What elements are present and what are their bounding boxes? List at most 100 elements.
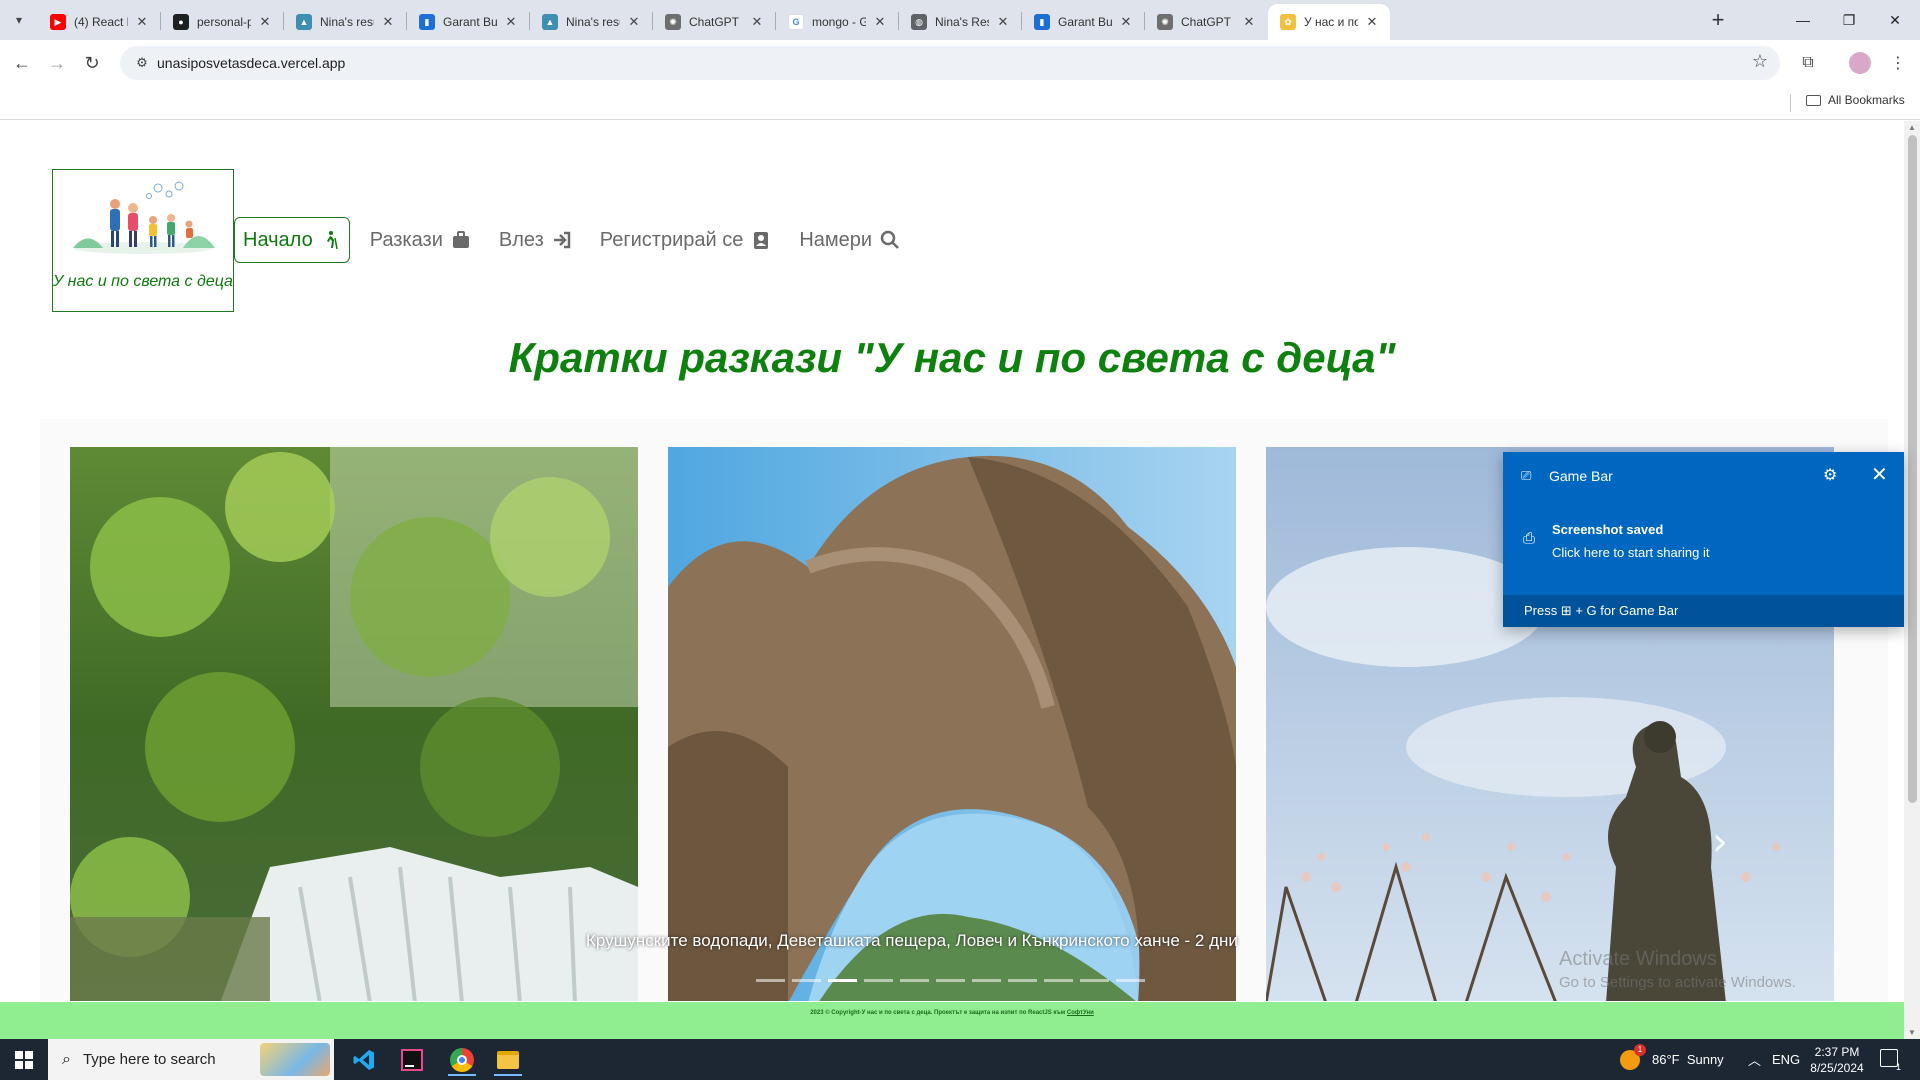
tab-close-icon[interactable]: ✕ xyxy=(626,14,642,30)
youtube-icon: ▶ xyxy=(50,14,66,30)
tab-7[interactable]: Gmongo - Goog ✕ xyxy=(776,4,898,40)
tab-4[interactable]: ▮ Garant Burgas ✕ xyxy=(407,4,529,40)
start-button[interactable] xyxy=(0,1039,48,1080)
softuni-link[interactable]: СофтУни xyxy=(1067,1010,1094,1016)
github-icon: ● xyxy=(173,14,189,30)
carousel-indicator[interactable] xyxy=(900,979,929,982)
reload-button[interactable]: ↻ xyxy=(78,49,106,77)
intellij-icon[interactable] xyxy=(390,1043,434,1076)
notifications-icon[interactable]: 1 xyxy=(1880,1049,1901,1072)
cave-arch-image xyxy=(668,447,1236,1001)
tab-1[interactable]: ▶ (4) React Proje ✕ xyxy=(38,4,160,40)
scroll-up-icon[interactable]: ▲ xyxy=(1908,123,1916,132)
reload-icon: ↻ xyxy=(84,52,100,73)
tab-2[interactable]: ● personal-portf ✕ xyxy=(161,4,283,40)
menu-kebab-icon[interactable]: ⋮ xyxy=(1884,49,1912,77)
tab-3[interactable]: ▲ Nina's resume ✕ xyxy=(284,4,406,40)
site-logo[interactable]: У нас и по света с деца xyxy=(52,169,234,312)
vscode-icon[interactable] xyxy=(342,1043,386,1076)
tab-title: ChatGPT xyxy=(1181,15,1232,29)
close-window-button[interactable]: ✕ xyxy=(1872,0,1918,40)
nav-item-3[interactable]: Влез xyxy=(491,217,580,263)
folder-icon xyxy=(1806,94,1821,106)
close-icon[interactable]: ✕ xyxy=(1871,462,1888,487)
carousel-indicator[interactable] xyxy=(936,979,965,982)
all-bookmarks-button[interactable]: All Bookmarks xyxy=(1806,93,1905,107)
notification-title: Screenshot saved xyxy=(1552,522,1664,537)
tab-title: Garant Burgas xyxy=(443,15,497,29)
tab-search-button[interactable]: ▾ xyxy=(6,8,32,32)
carousel-slide-cave[interactable] xyxy=(668,447,1236,1001)
taskbar-clock[interactable]: 2:37 PM 8/25/2024 xyxy=(1800,1044,1874,1076)
carousel-indicator[interactable] xyxy=(828,979,857,982)
nav-item-4[interactable]: Регистрирай се xyxy=(592,217,780,263)
carousel-indicator[interactable] xyxy=(864,979,893,982)
file-explorer-icon[interactable] xyxy=(486,1043,530,1076)
carousel-indicator[interactable] xyxy=(1116,979,1145,982)
chrome-icon[interactable] xyxy=(440,1043,484,1076)
tab-10[interactable]: ✺ ChatGPT ✕ xyxy=(1145,4,1267,40)
carousel-indicator[interactable] xyxy=(1044,979,1073,982)
tab-close-icon[interactable]: ✕ xyxy=(503,14,519,30)
google-icon: G xyxy=(788,14,804,30)
notification-subtitle: Click here to start sharing it xyxy=(1552,545,1710,560)
tab-11[interactable]: ✿ У нас и по све ✕ xyxy=(1268,4,1390,40)
game-bar-notification[interactable]: ⎚ Game Bar ⚙ ✕ ⎙ Screenshot saved Click … xyxy=(1503,452,1904,627)
tab-close-icon[interactable]: ✕ xyxy=(380,14,396,30)
family-travel-illustration xyxy=(73,181,215,254)
carousel-indicators xyxy=(756,979,1145,982)
nav-item-5[interactable]: Намери xyxy=(791,217,908,263)
tab-close-icon[interactable]: ✕ xyxy=(1241,14,1257,30)
footer-text: 2023 © Copyright-У нас и по света с деца… xyxy=(0,1002,1904,1016)
weather-sun-icon: 1 xyxy=(1620,1043,1646,1070)
carousel-indicator[interactable] xyxy=(1008,979,1037,982)
tab-8[interactable]: ◍ Nina's Resume ✕ xyxy=(899,4,1021,40)
carousel-slide-waterfall[interactable] xyxy=(70,447,638,1001)
browser-toolbar: ← → ↻ ⚙ unasiposvetasdeca.vercel.app ☆ ⧉… xyxy=(0,40,1920,86)
tab-close-icon[interactable]: ✕ xyxy=(995,14,1011,30)
page-title: Кратки разкази "У нас и по света с деца" xyxy=(508,334,1396,381)
notification-count: 1 xyxy=(1895,1062,1901,1072)
carousel-next-icon[interactable]: › xyxy=(1712,819,1728,865)
globe-icon: ◍ xyxy=(911,14,927,30)
carousel-indicator[interactable] xyxy=(972,979,1001,982)
forward-button[interactable]: → xyxy=(43,49,71,77)
page-scrollbar[interactable]: ▲ ▼ xyxy=(1904,121,1920,1039)
nav-item-2[interactable]: Разкази xyxy=(362,217,479,263)
avatar[interactable] xyxy=(1849,52,1871,74)
tab-close-icon[interactable]: ✕ xyxy=(1118,14,1134,30)
tab-5[interactable]: ▲ Nina's resume ✕ xyxy=(530,4,652,40)
carousel-indicator[interactable] xyxy=(792,979,821,982)
tab-close-icon[interactable]: ✕ xyxy=(1364,14,1380,30)
minimize-button[interactable]: — xyxy=(1780,0,1826,40)
taskbar-search[interactable]: ⌕ Type here to search xyxy=(48,1039,334,1080)
scroll-thumb[interactable] xyxy=(1908,135,1917,803)
tab-close-icon[interactable]: ✕ xyxy=(134,14,150,30)
extensions-icon[interactable]: ⧉ xyxy=(1794,49,1822,77)
tab-title: Nina's Resume xyxy=(935,15,989,29)
tab-strip: ▾ ▶ (4) React Proje ✕ ● personal-portf ✕ ▲ Nina… xyxy=(0,0,1920,40)
url-text[interactable]: unasiposvetasdeca.vercel.app xyxy=(157,55,345,71)
nav-item-1[interactable]: Начало xyxy=(234,217,350,263)
new-tab-button[interactable]: + xyxy=(1704,6,1732,34)
site-info-icon[interactable]: ⚙ xyxy=(132,53,152,73)
scroll-down-icon[interactable]: ▼ xyxy=(1908,1028,1916,1037)
bookmark-star-icon[interactable]: ☆ xyxy=(1752,51,1768,72)
tray-chevron-up-icon[interactable]: ︿ xyxy=(1748,1039,1761,1080)
tab-close-icon[interactable]: ✕ xyxy=(749,14,765,30)
address-bar[interactable]: ⚙ unasiposvetasdeca.vercel.app ☆ xyxy=(120,46,1780,80)
carousel-indicator[interactable] xyxy=(756,979,785,982)
tab-9[interactable]: ▮ Garant Burgas ✕ xyxy=(1022,4,1144,40)
restore-button[interactable]: ❐ xyxy=(1826,0,1872,40)
gear-icon[interactable]: ⚙ xyxy=(1823,465,1837,485)
tab-close-icon[interactable]: ✕ xyxy=(872,14,888,30)
tab-6[interactable]: ✺ ChatGPT ✕ xyxy=(653,4,775,40)
weather-widget[interactable]: 1 86°F Sunny xyxy=(1620,1039,1724,1080)
bookmarks-bar: All Bookmarks xyxy=(0,86,1920,120)
clock-date: 8/25/2024 xyxy=(1810,1061,1864,1075)
tab-close-icon[interactable]: ✕ xyxy=(257,14,273,30)
carousel-indicator[interactable] xyxy=(1080,979,1109,982)
weather-text: 86°F Sunny xyxy=(1652,1052,1724,1067)
language-indicator[interactable]: ENG xyxy=(1772,1039,1800,1080)
back-button[interactable]: ← xyxy=(8,49,36,77)
